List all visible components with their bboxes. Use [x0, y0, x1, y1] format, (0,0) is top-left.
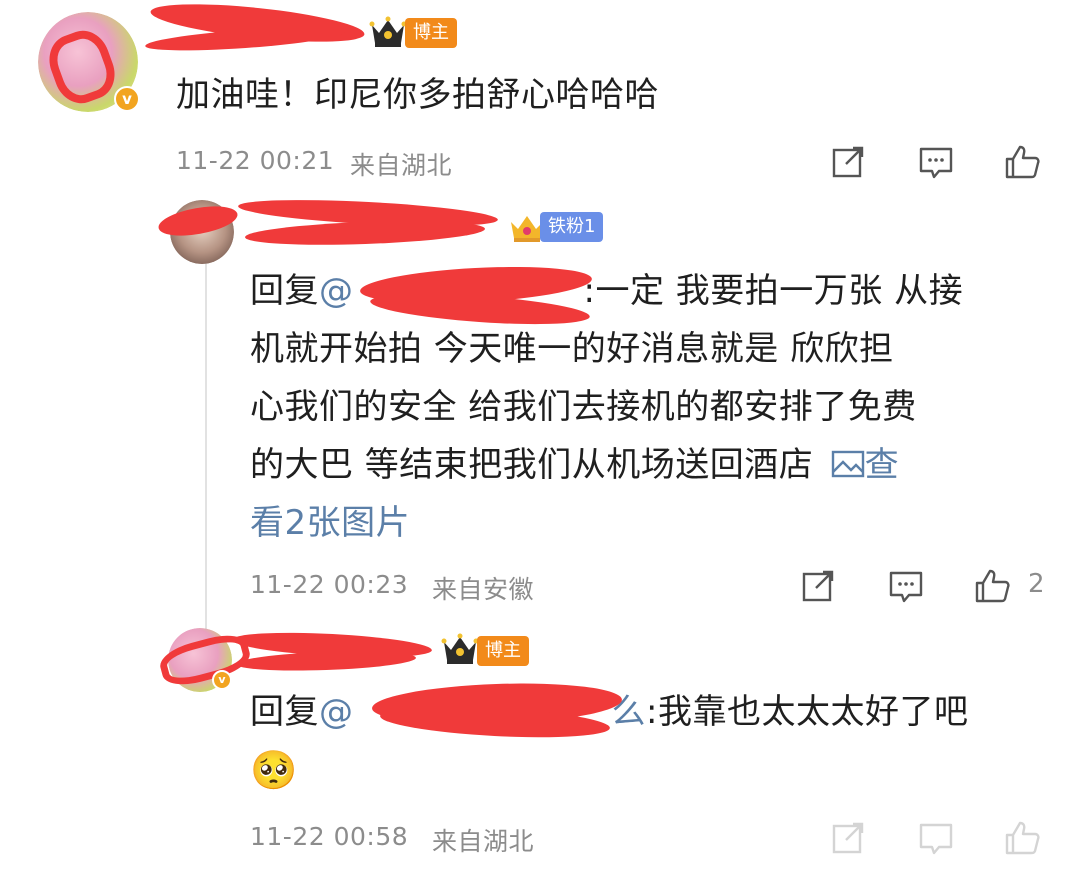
thread-line	[205, 252, 207, 642]
verified-icon: v	[114, 86, 140, 112]
reply-text: 回复@ 么:我靠也太太太好了吧 🥺	[250, 683, 1070, 799]
mention-link[interactable]: @	[319, 692, 354, 732]
comment-time: 11-22 00:21	[176, 146, 335, 175]
reply-body-line-1: :一定 我要拍一万张 从接	[583, 271, 964, 311]
reply-prefix: 回复	[250, 692, 319, 732]
blogger-badge: 博主	[405, 18, 457, 48]
like-button[interactable]	[970, 564, 1014, 608]
reply-emoji: 🥺	[250, 748, 298, 792]
comment-button[interactable]	[914, 140, 958, 184]
image-icon	[831, 450, 864, 478]
blogger-badge: 博主	[477, 636, 529, 666]
share-icon	[832, 146, 864, 178]
comment-icon	[889, 571, 923, 603]
like-icon	[975, 569, 1010, 603]
share-icon	[802, 570, 834, 602]
view-images-link-a[interactable]: 查	[865, 445, 900, 485]
reply-time: 11-22 00:23	[250, 570, 409, 599]
reply-prefix: 回复	[250, 271, 319, 311]
like-count: 2	[1028, 569, 1045, 599]
reply-line-4: 的大巴 等结束把我们从机场送回酒店 查	[250, 436, 1050, 494]
crown-icon	[441, 633, 479, 664]
watermark-overlay	[820, 803, 1080, 873]
comment-text: 加油哇！印尼你多拍舒心哈哈哈	[176, 75, 659, 115]
like-icon	[1005, 145, 1040, 179]
reply-body-line-3: 心我们的安全 给我们去接机的都安排了免费	[250, 387, 917, 427]
comment-button[interactable]	[884, 564, 928, 608]
reply-line-1: 回复@ 么:我靠也太太太好了吧	[250, 683, 1070, 741]
fan-level-badge: 铁粉1	[540, 212, 604, 242]
verified-icon: v	[212, 670, 232, 690]
share-button[interactable]	[796, 564, 840, 608]
redaction-mark	[235, 648, 417, 674]
redaction-mark	[244, 217, 486, 249]
reply-body-line-2: 机就开始拍 今天唯一的好消息就是 欣欣担	[250, 329, 894, 369]
reply-body-line-4: 的大巴 等结束把我们从机场送回酒店	[250, 445, 814, 485]
comment-icon	[919, 147, 953, 179]
crown-icon	[369, 16, 407, 47]
like-button[interactable]	[1000, 140, 1044, 184]
reply-location: 来自安徽	[432, 575, 535, 604]
reply-body: :我靠也太太太好了吧	[646, 692, 969, 732]
reply-text: 回复@ :一定 我要拍一万张 从接 机就开始拍 今天唯一的好消息就是 欣欣担 心我…	[250, 262, 1050, 552]
view-images-link-b[interactable]: 看2张图片	[250, 494, 1050, 552]
reply-time: 11-22 00:58	[250, 822, 409, 851]
reply-location: 来自湖北	[432, 827, 535, 856]
mention-link[interactable]: @	[319, 271, 354, 311]
share-button[interactable]	[826, 140, 870, 184]
view-images-link[interactable]: 查	[825, 445, 900, 485]
comment-location: 来自湖北	[350, 151, 453, 180]
